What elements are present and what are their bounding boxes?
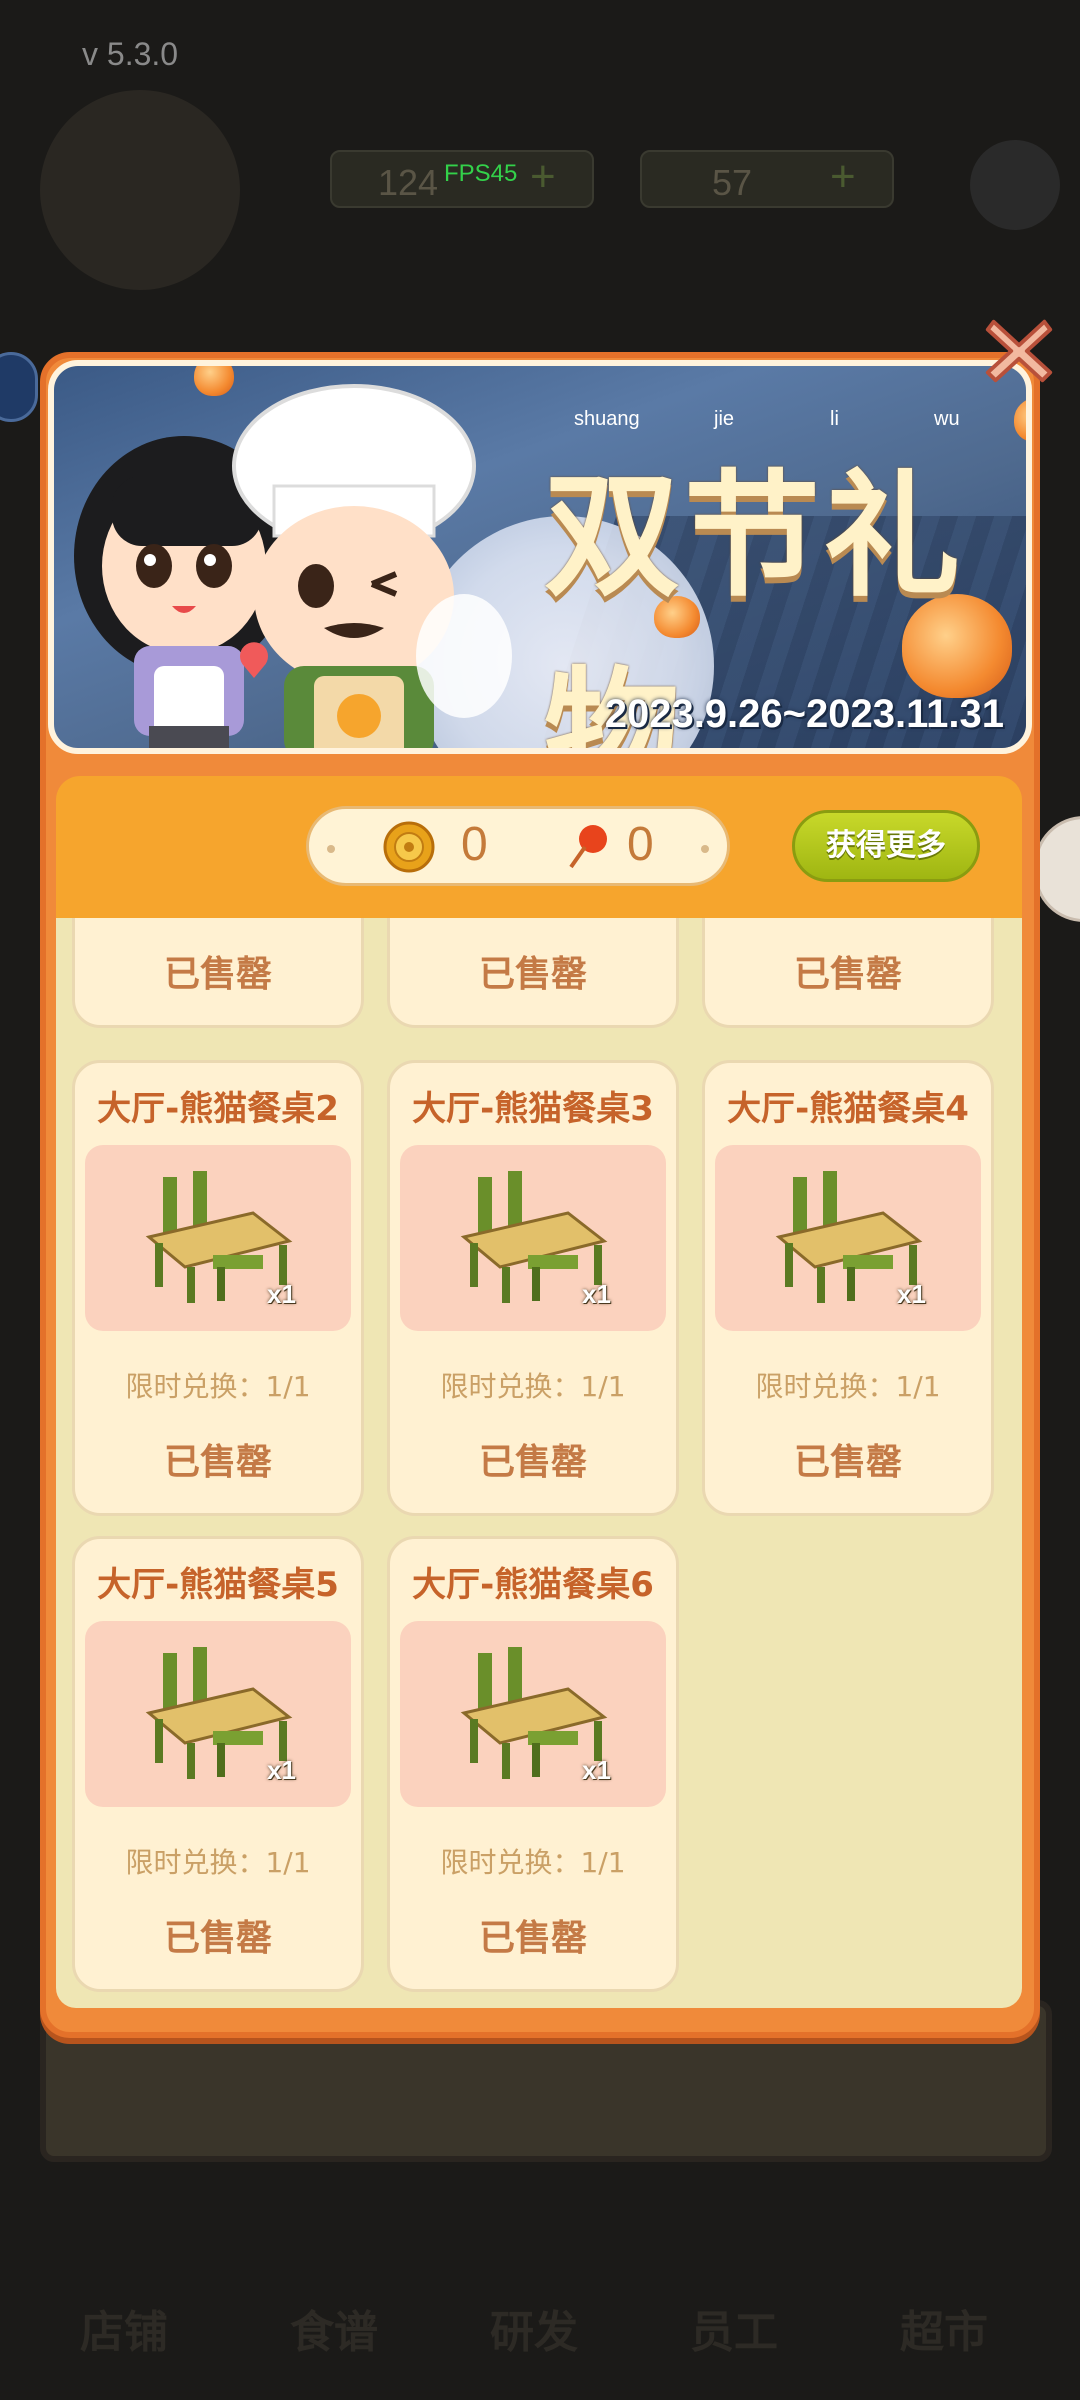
bg-avatar (40, 90, 240, 290)
shop-card[interactable]: 大厅-熊猫餐桌5 x1 限时兑换：1/1 已售罄 (72, 1536, 364, 1992)
item-image: x1 (85, 1145, 351, 1331)
exchange-limit: 限时兑换：1/1 (440, 1846, 626, 1879)
bg-counter-right: 57 (712, 162, 753, 203)
event-banner: shuang jie li wu 双节礼物 2023.9.26~2023.11.… (48, 360, 1032, 754)
lantern-icon (569, 825, 607, 869)
sold-out-label: 已售罄 (793, 1442, 902, 1483)
bg-nav-shop: 店铺 (80, 2307, 168, 2358)
shop-card-partial[interactable]: 已售罄 (387, 918, 679, 1028)
item-image: x1 (400, 1145, 666, 1331)
sold-out-label: 已售罄 (163, 1442, 272, 1483)
version-label: v 5.3.0 (82, 36, 179, 72)
item-image: x1 (85, 1621, 351, 1807)
chef-characters-illustration (74, 384, 512, 748)
shop-card[interactable]: 大厅-熊猫餐桌4 x1 限时兑换：1/1 已售罄 (702, 1060, 994, 1516)
sold-out-label: 已售罄 (163, 1918, 272, 1959)
sold-out-label: 已售罄 (163, 954, 272, 995)
sold-out-label: 已售罄 (478, 954, 587, 995)
mooncake-icon (383, 821, 435, 873)
item-quantity: x1 (582, 1279, 611, 1309)
bg-plus-icon: + (530, 152, 556, 201)
exchange-limit: 限时兑换：1/1 (125, 1846, 311, 1879)
event-date-range: 2023.9.26~2023.11.31 (604, 692, 1004, 736)
sold-out-label: 已售罄 (478, 1442, 587, 1483)
bg-currency-pill-right (640, 150, 894, 208)
bg-plus-icon: + (830, 152, 856, 201)
shop-item-grid[interactable]: 已售罄 已售罄 已售罄 大厅-熊猫餐桌2 x1 限时兑换：1/1 已售罄 大厅-… (56, 918, 1022, 2008)
item-quantity: x1 (267, 1279, 296, 1309)
pill-dot (701, 845, 709, 853)
shop-card[interactable]: 大厅-熊猫餐桌6 x1 限时兑换：1/1 已售罄 (387, 1536, 679, 1992)
pill-dot (327, 845, 335, 853)
currency-pill: 0 0 (306, 806, 730, 886)
bg-counter-left: 124 (378, 162, 439, 203)
bg-nav-recipes: 食谱 (290, 2307, 378, 2358)
sold-out-label: 已售罄 (478, 1918, 587, 1959)
shop-card[interactable]: 大厅-熊猫餐桌3 x1 限时兑换：1/1 已售罄 (387, 1060, 679, 1516)
bg-nav-market: 超市 (900, 2307, 988, 2358)
bg-nav-staff: 员工 (690, 2307, 778, 2358)
lantern-count: 0 (627, 818, 654, 871)
shop-card[interactable]: 大厅-熊猫餐桌2 x1 限时兑换：1/1 已售罄 (72, 1060, 364, 1516)
close-button[interactable] (980, 312, 1058, 390)
fps-counter: FPS45 (444, 160, 518, 187)
shop-card-partial[interactable]: 已售罄 (702, 918, 994, 1028)
item-name: 大厅-熊猫餐桌6 (412, 1565, 654, 1605)
bg-settings-icon (970, 140, 1060, 230)
shop-card-partial[interactable]: 已售罄 (72, 918, 364, 1028)
get-more-button[interactable]: 获得更多 (792, 810, 980, 882)
mooncake-count: 0 (461, 818, 488, 871)
item-name: 大厅-熊猫餐桌3 (412, 1089, 654, 1129)
side-badge-left[interactable] (0, 352, 38, 422)
item-name: 大厅-熊猫餐桌2 (97, 1089, 339, 1129)
item-quantity: x1 (582, 1755, 611, 1785)
item-quantity: x1 (267, 1755, 296, 1785)
exchange-limit: 限时兑换：1/1 (440, 1370, 626, 1403)
exchange-limit: 限时兑换：1/1 (755, 1370, 941, 1403)
close-icon (985, 319, 1053, 383)
item-name: 大厅-熊猫餐桌5 (97, 1565, 339, 1605)
item-image: x1 (715, 1145, 981, 1331)
item-name: 大厅-熊猫餐桌4 (727, 1089, 969, 1129)
bg-nav-research: 研发 (490, 2307, 578, 2358)
sold-out-label: 已售罄 (793, 954, 902, 995)
exchange-limit: 限时兑换：1/1 (125, 1370, 311, 1403)
item-quantity: x1 (897, 1279, 926, 1309)
item-image: x1 (400, 1621, 666, 1807)
